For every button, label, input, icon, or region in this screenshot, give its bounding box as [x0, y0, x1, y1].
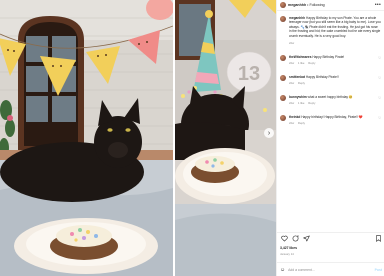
- comment-username[interactable]: smittenkat: [289, 75, 305, 79]
- caption-username[interactable]: meganhhh: [289, 16, 305, 20]
- cat-photo-right-image: 13: [175, 0, 276, 276]
- list-item: bunnywhim what a sweet happy birthday 🥺 …: [280, 94, 381, 105]
- reply-button[interactable]: Reply: [308, 61, 315, 65]
- cat-photo-left-image: [0, 0, 173, 276]
- comments-list: meganhhh Happy Birthday to my son Pirate…: [277, 12, 384, 230]
- comment-button[interactable]: [291, 235, 299, 243]
- post-date: January 14: [280, 252, 294, 256]
- list-item: smittenkat Happy Birthday Pirate!! 22w R…: [280, 74, 381, 85]
- comment-text: Happy Birthday Pirate!: [312, 55, 345, 60]
- save-button[interactable]: [374, 235, 382, 243]
- comment-username[interactable]: bunnywhim: [289, 95, 307, 99]
- comment-age: 22w: [289, 80, 295, 85]
- comment-text: Happy Birthday Pirate!!: [305, 74, 339, 79]
- comment-likes[interactable]: 1 like: [298, 101, 305, 105]
- avatar[interactable]: [280, 94, 286, 101]
- comment-likes[interactable]: 1 like: [298, 61, 305, 65]
- avatar[interactable]: [280, 55, 286, 62]
- reply-button[interactable]: Reply: [298, 81, 305, 85]
- follow-button[interactable]: Following: [309, 3, 324, 7]
- more-options-icon[interactable]: •••: [375, 2, 381, 8]
- emoji-icon[interactable]: ☺: [280, 267, 285, 273]
- like-button[interactable]: [280, 235, 288, 243]
- post-actions: [277, 232, 384, 244]
- post-header: meganhhh • Following •••: [277, 0, 384, 11]
- post-media: 13 ›: [0, 0, 276, 276]
- caption: meganhhh Happy Birthday to my son Pirate…: [280, 16, 381, 45]
- heart-icon[interactable]: ♡: [378, 96, 381, 100]
- heart-icon: [280, 235, 288, 242]
- comment-age: 22w: [289, 60, 295, 65]
- reply-button[interactable]: Reply: [308, 101, 315, 105]
- avatar[interactable]: [280, 114, 286, 121]
- comment-input[interactable]: [288, 267, 375, 272]
- comment-text: Happy birthday! Happy Birthday, Pirate!!…: [301, 114, 363, 119]
- add-comment-bar: ☺ Post: [277, 262, 384, 276]
- next-photo-button[interactable]: ›: [264, 128, 274, 138]
- share-icon: [302, 235, 310, 242]
- heart-icon[interactable]: ♡: [378, 116, 381, 120]
- comment-age: 22w: [289, 120, 295, 125]
- cat-photo-left: [0, 0, 173, 276]
- post-username[interactable]: meganhhh: [288, 3, 306, 7]
- list-item: theWitchwares Happy Birthday Pirate! 22w…: [280, 55, 381, 65]
- comment-age: 22w: [289, 100, 295, 105]
- chevron-right-icon: ›: [267, 129, 271, 137]
- candle-number: 13: [238, 63, 260, 85]
- avatar[interactable]: [280, 16, 286, 22]
- caption-age: 22w: [289, 41, 295, 46]
- cat-photo-right: 13: [175, 0, 276, 276]
- heart-icon[interactable]: ♡: [378, 76, 381, 80]
- comment-username[interactable]: theinkd: [289, 115, 300, 119]
- avatar[interactable]: [280, 2, 286, 8]
- share-button[interactable]: [302, 235, 310, 243]
- post-sidebar: meganhhh • Following ••• meganhhh Happy …: [276, 0, 384, 276]
- likes-count[interactable]: 3,427 likes: [280, 246, 297, 250]
- reply-button[interactable]: Reply: [298, 121, 305, 125]
- heart-icon[interactable]: ♡: [378, 56, 381, 60]
- separator-dot: •: [307, 3, 309, 7]
- list-item: theinkd Happy birthday! Happy Birthday, …: [280, 114, 381, 125]
- comment-icon: [292, 235, 299, 242]
- avatar[interactable]: [280, 74, 286, 81]
- post-comment-button[interactable]: Post: [375, 268, 382, 272]
- comment-username[interactable]: theWitchwares: [289, 55, 311, 59]
- comment-text: what a sweet happy birthday 🥺: [307, 94, 353, 99]
- bookmark-icon: [375, 235, 381, 242]
